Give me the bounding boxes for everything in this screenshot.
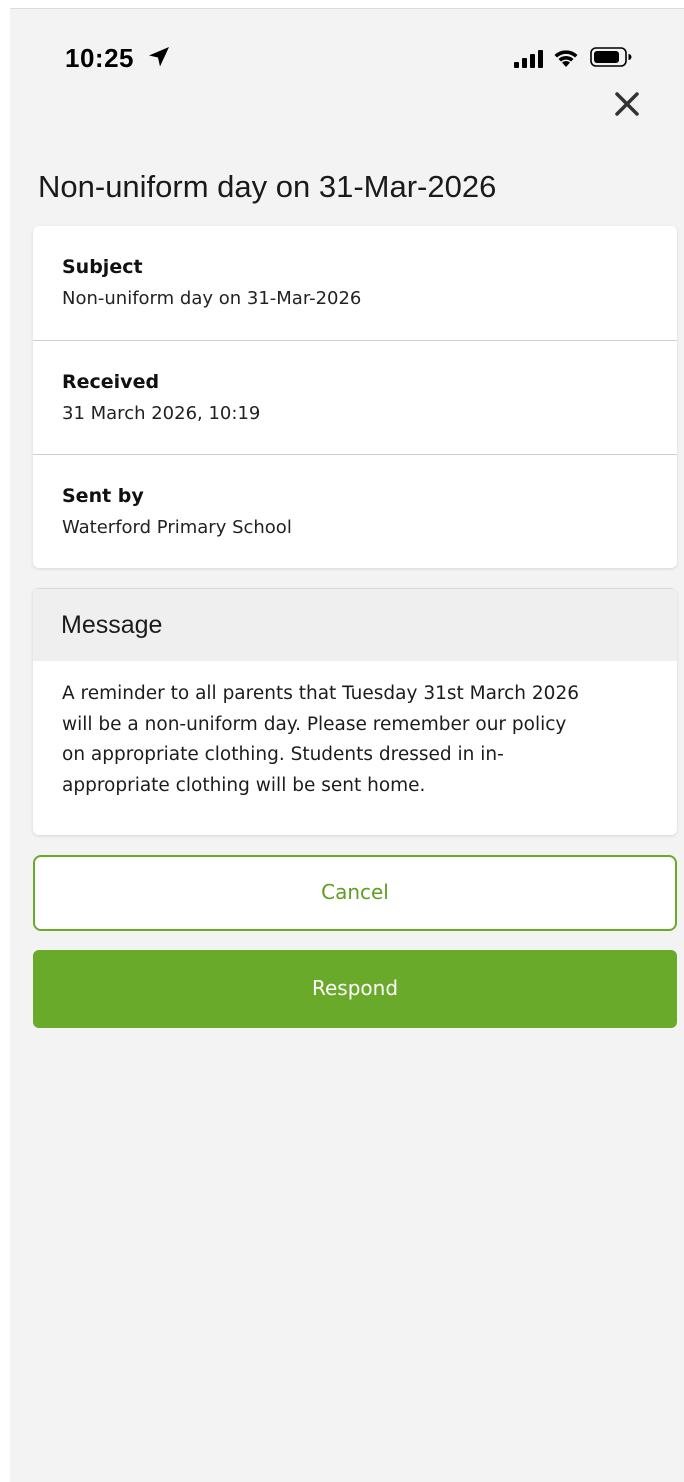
location-arrow-icon — [149, 47, 169, 67]
cellular-signal-icon — [514, 50, 543, 68]
message-body: A reminder to all parents that Tuesday 3… — [62, 679, 662, 801]
message-card: Message A reminder to all parents that T… — [33, 588, 677, 835]
message-line: on appropriate clothing. Students dresse… — [62, 744, 504, 765]
respond-button[interactable]: Respond — [33, 950, 677, 1028]
cancel-button[interactable]: Cancel — [33, 855, 677, 931]
message-header-label: Message — [61, 611, 163, 639]
status-bar: 10:25 — [10, 9, 684, 79]
detail-label: Received — [62, 371, 160, 393]
message-line: appropriate clothing will be sent home. — [62, 774, 426, 796]
detail-label: Sent by — [62, 485, 144, 507]
detail-row-sent-by: Sent by Waterford Primary School — [33, 454, 677, 568]
detail-value: 31 March 2026, 10:19 — [62, 403, 261, 424]
respond-button-label: Respond — [311, 976, 399, 1000]
status-time: 10:25 — [65, 43, 134, 73]
message-line: will be a non-uniform day. Please rememb… — [62, 713, 567, 735]
wifi-icon — [554, 50, 578, 67]
message-header: Message — [33, 588, 677, 661]
detail-value: Non-uniform day on 31-Mar-2026 — [62, 288, 362, 309]
close-icon — [615, 92, 639, 116]
detail-label: Subject — [62, 256, 143, 278]
detail-value: Waterford Primary School — [62, 517, 292, 538]
notification-detail-screen: 10:25 Non-uniform day on 31-Mar-2026 Sub… — [10, 8, 684, 1482]
cancel-button-label: Cancel — [321, 880, 389, 904]
detail-row-received: Received 31 March 2026, 10:19 — [33, 340, 677, 454]
page-title: Non-uniform day on 31-Mar-2026 — [38, 169, 497, 204]
detail-row-subject: Subject Non-uniform day on 31-Mar-2026 — [33, 226, 677, 340]
close-button[interactable] — [610, 87, 644, 121]
battery-icon — [590, 47, 632, 67]
details-card: Subject Non-uniform day on 31-Mar-2026 R… — [33, 226, 677, 568]
message-line: A reminder to all parents that Tuesday 3… — [62, 683, 579, 704]
